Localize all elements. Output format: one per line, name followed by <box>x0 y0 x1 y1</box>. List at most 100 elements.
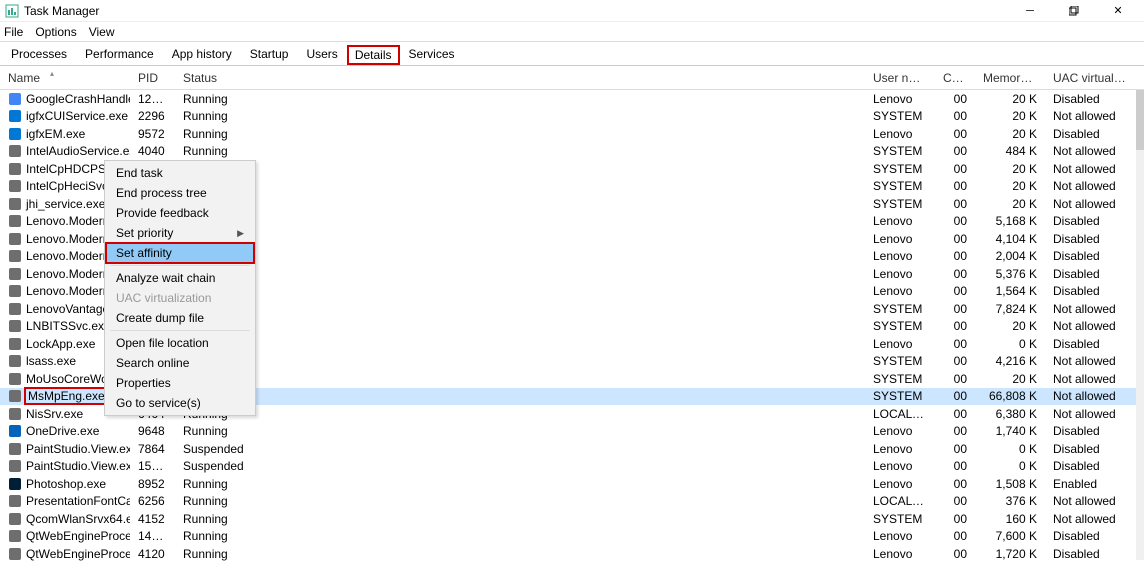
process-icon <box>8 529 22 543</box>
table-row[interactable]: IntelAudioService.exe4040RunningSYSTEM00… <box>0 143 1144 161</box>
cell-pid: 6256 <box>130 494 175 508</box>
context-menu-separator <box>110 330 250 331</box>
tab-processes[interactable]: Processes <box>2 43 76 65</box>
cell-pid: 2296 <box>130 109 175 123</box>
process-icon <box>8 267 22 281</box>
cell-user: Lenovo <box>865 249 935 263</box>
close-button[interactable]: ✕ <box>1096 0 1140 22</box>
cell-pid: 4120 <box>130 547 175 561</box>
cell-uac: Disabled <box>1045 214 1135 228</box>
context-menu-label: Open file location <box>116 336 209 350</box>
tab-performance[interactable]: Performance <box>76 43 163 65</box>
cell-pid: 8952 <box>130 477 175 491</box>
context-menu-label: Create dump file <box>116 311 204 325</box>
col-header-memory[interactable]: Memory (ac... <box>975 71 1045 85</box>
col-header-user[interactable]: User name <box>865 71 935 85</box>
table-row[interactable]: QtWebEngineProcess...14816RunningLenovo0… <box>0 528 1144 546</box>
cell-cpu: 00 <box>935 319 975 333</box>
process-name: QtWebEngineProcess... <box>26 547 130 561</box>
process-name: GoogleCrashHandler... <box>26 92 130 106</box>
process-name: MsMpEng.exe <box>24 387 109 405</box>
cell-uac: Not allowed <box>1045 494 1135 508</box>
cell-status: Running <box>175 477 865 491</box>
context-menu-item[interactable]: Open file location <box>106 333 254 353</box>
tab-startup[interactable]: Startup <box>241 43 298 65</box>
cell-cpu: 00 <box>935 547 975 561</box>
context-menu-item[interactable]: Set affinity <box>106 243 254 263</box>
cell-memory: 20 K <box>975 109 1045 123</box>
tab-details[interactable]: Details <box>347 45 400 65</box>
process-icon <box>8 494 22 508</box>
cell-status: Running <box>175 109 865 123</box>
col-header-cpu[interactable]: CPU <box>935 71 975 85</box>
col-header-status[interactable]: Status <box>175 71 865 85</box>
process-icon <box>8 214 22 228</box>
cell-cpu: 00 <box>935 477 975 491</box>
cell-cpu: 00 <box>935 197 975 211</box>
cell-pid: 9648 <box>130 424 175 438</box>
table-row[interactable]: PaintStudio.View.exe15864SuspendedLenovo… <box>0 458 1144 476</box>
cell-cpu: 00 <box>935 144 975 158</box>
cell-user: Lenovo <box>865 477 935 491</box>
table-row[interactable]: OneDrive.exe9648RunningLenovo001,740 KDi… <box>0 423 1144 441</box>
table-row[interactable]: igfxEM.exe9572RunningLenovo0020 KDisable… <box>0 125 1144 143</box>
table-row[interactable]: QcomWlanSrvx64.exe4152RunningSYSTEM00160… <box>0 510 1144 528</box>
process-icon <box>8 162 22 176</box>
table-row[interactable]: QtWebEngineProcess...4120RunningLenovo00… <box>0 545 1144 563</box>
cell-pid: 9572 <box>130 127 175 141</box>
context-menu-label: Provide feedback <box>116 206 209 220</box>
context-menu-item[interactable]: Create dump file <box>106 308 254 328</box>
cell-uac: Disabled <box>1045 92 1135 106</box>
maximize-button[interactable] <box>1052 0 1096 22</box>
cell-uac: Not allowed <box>1045 354 1135 368</box>
cell-memory: 1,720 K <box>975 547 1045 561</box>
context-menu-item[interactable]: End process tree <box>106 183 254 203</box>
context-menu-item[interactable]: Analyze wait chain <box>106 268 254 288</box>
vertical-scrollbar[interactable] <box>1136 90 1144 560</box>
table-row[interactable]: PresentationFontCac...6256RunningLOCAL S… <box>0 493 1144 511</box>
cell-uac: Disabled <box>1045 547 1135 561</box>
menu-view[interactable]: View <box>89 25 115 39</box>
context-menu-item[interactable]: Search online <box>106 353 254 373</box>
menu-options[interactable]: Options <box>35 25 76 39</box>
table-row[interactable]: PaintStudio.View.exe7864SuspendedLenovo0… <box>0 440 1144 458</box>
context-menu-label: Go to service(s) <box>116 396 201 410</box>
cell-uac: Not allowed <box>1045 197 1135 211</box>
tab-services[interactable]: Services <box>400 43 464 65</box>
process-icon <box>8 512 22 526</box>
menu-file[interactable]: File <box>4 25 23 39</box>
minimize-button[interactable]: ─ <box>1008 0 1052 22</box>
cell-cpu: 00 <box>935 372 975 386</box>
context-menu-item[interactable]: End task <box>106 163 254 183</box>
cell-user: SYSTEM <box>865 319 935 333</box>
cell-name: QtWebEngineProcess... <box>0 547 130 561</box>
process-icon <box>8 372 22 386</box>
cell-user: LOCAL SER... <box>865 494 935 508</box>
tab-users[interactable]: Users <box>297 43 346 65</box>
col-header-pid[interactable]: PID <box>130 71 175 85</box>
cell-uac: Disabled <box>1045 284 1135 298</box>
cell-pid: 15864 <box>130 459 175 473</box>
col-header-uac[interactable]: UAC virtualizati... <box>1045 71 1135 85</box>
cell-user: Lenovo <box>865 337 935 351</box>
table-row[interactable]: Photoshop.exe8952RunningLenovo001,508 KE… <box>0 475 1144 493</box>
table-row[interactable]: GoogleCrashHandler...12416RunningLenovo0… <box>0 90 1144 108</box>
col-header-name[interactable]: Name <box>0 71 130 85</box>
scrollbar-thumb[interactable] <box>1136 90 1144 150</box>
cell-uac: Not allowed <box>1045 319 1135 333</box>
cell-memory: 5,376 K <box>975 267 1045 281</box>
process-icon <box>8 232 22 246</box>
context-menu-label: End process tree <box>116 186 207 200</box>
cell-memory: 4,216 K <box>975 354 1045 368</box>
titlebar: Task Manager ─ ✕ <box>0 0 1144 22</box>
cell-uac: Disabled <box>1045 249 1135 263</box>
context-menu-item[interactable]: Set priority▶ <box>106 223 254 243</box>
context-menu-label: Set affinity <box>116 246 172 260</box>
context-menu-item[interactable]: Go to service(s) <box>106 393 254 413</box>
context-menu-item[interactable]: Properties <box>106 373 254 393</box>
cell-status: Running <box>175 424 865 438</box>
table-row[interactable]: igfxCUIService.exe2296RunningSYSTEM0020 … <box>0 108 1144 126</box>
cell-name: QcomWlanSrvx64.exe <box>0 512 130 526</box>
tab-app-history[interactable]: App history <box>163 43 241 65</box>
context-menu-item[interactable]: Provide feedback <box>106 203 254 223</box>
